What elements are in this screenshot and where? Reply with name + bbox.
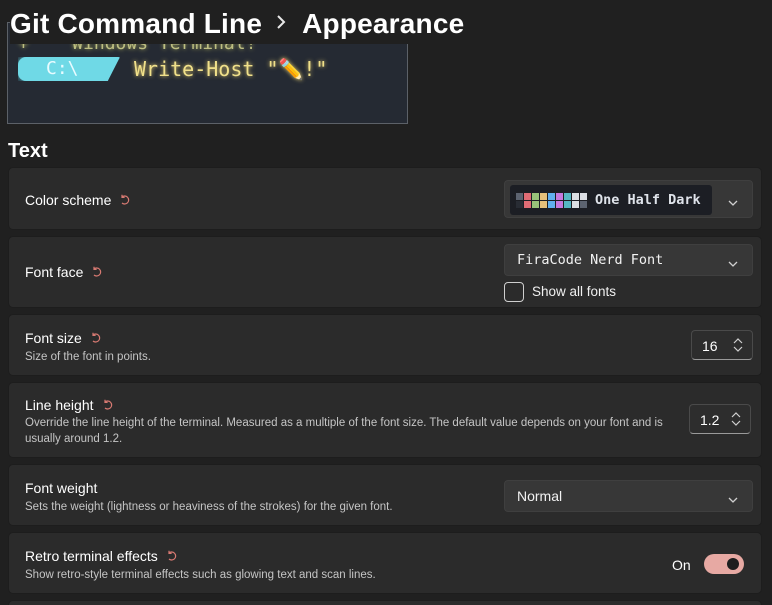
color-scheme-label: Color scheme xyxy=(25,192,112,208)
color-swatch xyxy=(524,200,531,208)
color-swatch xyxy=(524,192,531,200)
line-height-title: Line height xyxy=(25,397,114,413)
chevron-down-icon xyxy=(728,194,738,212)
retro-effects-card: Retro terminal effects Show retro-style … xyxy=(8,532,762,594)
retro-effects-label: Retro terminal effects xyxy=(25,548,158,564)
retro-effects-title: Retro terminal effects xyxy=(25,548,178,564)
font-face-value: FiraCode Nerd Font xyxy=(517,252,664,268)
color-swatch xyxy=(572,200,579,208)
reset-icon[interactable] xyxy=(166,550,178,562)
color-scheme-preview: One Half Dark xyxy=(510,185,712,215)
font-weight-label: Font weight xyxy=(25,480,98,496)
show-all-fonts-label: Show all fonts xyxy=(532,284,617,299)
color-swatch xyxy=(532,200,539,208)
font-weight-card: Font weight Sets the weight (lightness o… xyxy=(8,464,762,526)
chevron-down-icon xyxy=(728,491,738,509)
color-scheme-card: Color scheme One Half Dark xyxy=(8,167,762,230)
next-setting-card xyxy=(8,600,762,605)
color-swatch xyxy=(556,192,563,200)
preview-command: Write-Host "✏️!" xyxy=(134,57,328,81)
chevron-right-icon xyxy=(276,13,286,36)
color-swatch xyxy=(540,192,547,200)
reset-icon[interactable] xyxy=(91,266,103,278)
font-face-card: Font face FiraCode Nerd Font Show all fo… xyxy=(8,236,762,308)
font-size-description: Size of the font in points. xyxy=(25,351,151,363)
line-height-card: Line height Override the line height of … xyxy=(8,382,762,458)
line-height-spinner[interactable]: 1.2 xyxy=(689,404,751,434)
font-size-label: Font size xyxy=(25,330,82,346)
font-face-label: Font face xyxy=(25,264,84,280)
color-swatch xyxy=(540,200,547,208)
retro-effects-toggle[interactable] xyxy=(704,554,744,574)
line-height-value: 1.2 xyxy=(700,412,720,428)
color-swatch xyxy=(516,200,523,208)
color-swatches xyxy=(516,192,587,208)
color-scheme-dropdown[interactable]: One Half Dark xyxy=(504,180,753,218)
line-height-description: Override the line height of the terminal… xyxy=(25,417,663,445)
font-size-value: 16 xyxy=(702,338,718,354)
color-swatch xyxy=(548,200,555,208)
font-weight-value: Normal xyxy=(517,488,563,504)
font-size-spinner[interactable]: 16 xyxy=(691,330,753,360)
reset-icon[interactable] xyxy=(102,399,114,411)
preview-prompt-text: C:\ xyxy=(46,58,79,79)
reset-icon[interactable] xyxy=(90,332,102,344)
color-swatch xyxy=(564,192,571,200)
chevron-down-icon xyxy=(728,255,738,273)
retro-effects-state: On xyxy=(672,557,691,573)
color-swatch xyxy=(572,192,579,200)
retro-effects-description: Show retro-style terminal effects such a… xyxy=(25,569,376,581)
toggle-knob xyxy=(727,558,739,570)
spin-arrows-icon[interactable] xyxy=(731,412,741,431)
color-swatch xyxy=(580,200,587,208)
font-size-card: Font size Size of the font in points. 16 xyxy=(8,314,762,376)
font-face-title: Font face xyxy=(25,264,103,280)
color-scheme-value: One Half Dark xyxy=(595,192,701,208)
line-height-label: Line height xyxy=(25,397,94,413)
font-size-title: Font size xyxy=(25,330,102,346)
color-swatch xyxy=(564,200,571,208)
color-swatch xyxy=(556,200,563,208)
preview-prompt: C:\ xyxy=(18,57,120,81)
breadcrumb-current: Appearance xyxy=(302,8,465,39)
font-weight-title: Font weight xyxy=(25,480,97,496)
color-swatch xyxy=(516,192,523,200)
reset-icon[interactable] xyxy=(119,194,131,206)
color-swatch xyxy=(580,192,587,200)
color-swatch xyxy=(532,192,539,200)
color-swatch xyxy=(548,192,555,200)
font-face-dropdown[interactable]: FiraCode Nerd Font xyxy=(504,244,753,276)
spin-arrows-icon[interactable] xyxy=(733,338,743,357)
breadcrumb: Git Command Line Appearance xyxy=(10,4,471,44)
font-weight-description: Sets the weight (lightness or heaviness … xyxy=(25,501,393,513)
settings-page: + Windows Terminal! C:\ Write-Host "✏️!"… xyxy=(0,0,772,605)
section-title: Text xyxy=(8,140,48,162)
breadcrumb-parent[interactable]: Git Command Line xyxy=(10,8,262,40)
color-scheme-title: Color scheme xyxy=(25,192,131,208)
font-weight-dropdown[interactable]: Normal xyxy=(504,480,753,512)
show-all-fonts-checkbox[interactable] xyxy=(504,282,524,302)
